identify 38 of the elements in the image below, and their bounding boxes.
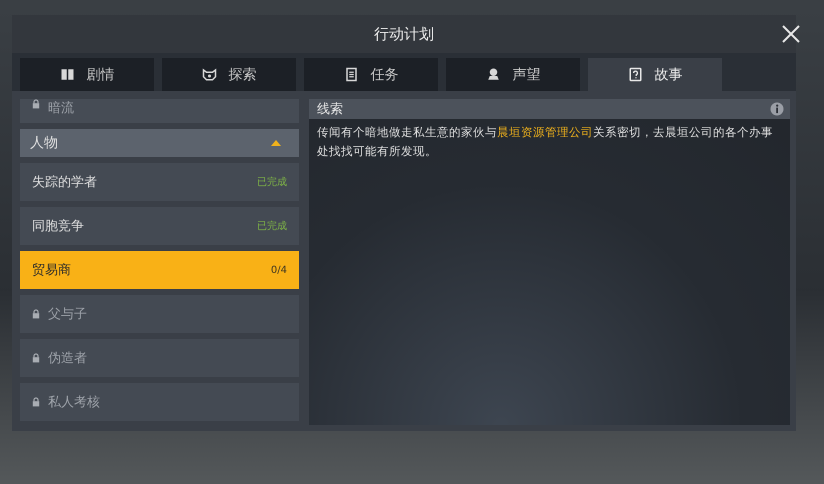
lock-icon [32, 353, 40, 363]
lock-icon [32, 397, 40, 407]
category-label: 人物 [30, 134, 58, 152]
tab[interactable]: 探索 [162, 58, 296, 91]
close-icon[interactable] [781, 24, 801, 44]
story-status: 0/4 [270, 264, 287, 276]
story-label: 私人考核 [48, 394, 100, 411]
window-title: 行动计划 [374, 24, 434, 44]
story-item[interactable]: 贸易商 0/4 [20, 251, 299, 289]
story-label: 伪造者 [48, 350, 87, 367]
story-item[interactable]: 同胞竞争 已完成 [20, 207, 299, 245]
story-label: 同胞竞争 [32, 218, 84, 235]
category-header[interactable]: 人物 [20, 129, 299, 157]
story-status: 已完成 [257, 220, 287, 233]
lock-icon [32, 99, 40, 109]
clue-title: 线索 [317, 101, 343, 118]
story-status: 已完成 [257, 176, 287, 189]
person-icon [486, 67, 500, 82]
document-icon [344, 67, 358, 82]
locked-story-item[interactable]: 私人考核 [20, 383, 299, 421]
tab[interactable]: 声望 [446, 58, 580, 91]
locked-story-item[interactable]: 父与子 [20, 295, 299, 333]
lock-icon [32, 309, 40, 319]
story-label: 失踪的学者 [32, 174, 97, 191]
tab[interactable]: 任务 [304, 58, 438, 91]
story-label: 暗流 [48, 100, 74, 117]
help-icon [628, 67, 642, 82]
cat-face-icon [202, 67, 216, 82]
story-item[interactable]: 失踪的学者 已完成 [20, 163, 299, 201]
info-icon[interactable] [770, 102, 784, 116]
locked-story-item[interactable]: 暗流 [20, 99, 299, 123]
story-label: 父与子 [48, 306, 87, 323]
clue-text: 传闻有个暗地做走私生意的家伙与晨垣资源管理公司 关系密切，去晨垣公司的各个办事处找找可能有所发现。 [317, 124, 774, 160]
story-label: 贸易商 [32, 262, 71, 279]
tab[interactable]: 剧情 [20, 58, 154, 91]
book-icon [60, 67, 74, 82]
tab[interactable]: 故事 [588, 58, 722, 91]
locked-story-item[interactable]: 伪造者 [20, 339, 299, 377]
